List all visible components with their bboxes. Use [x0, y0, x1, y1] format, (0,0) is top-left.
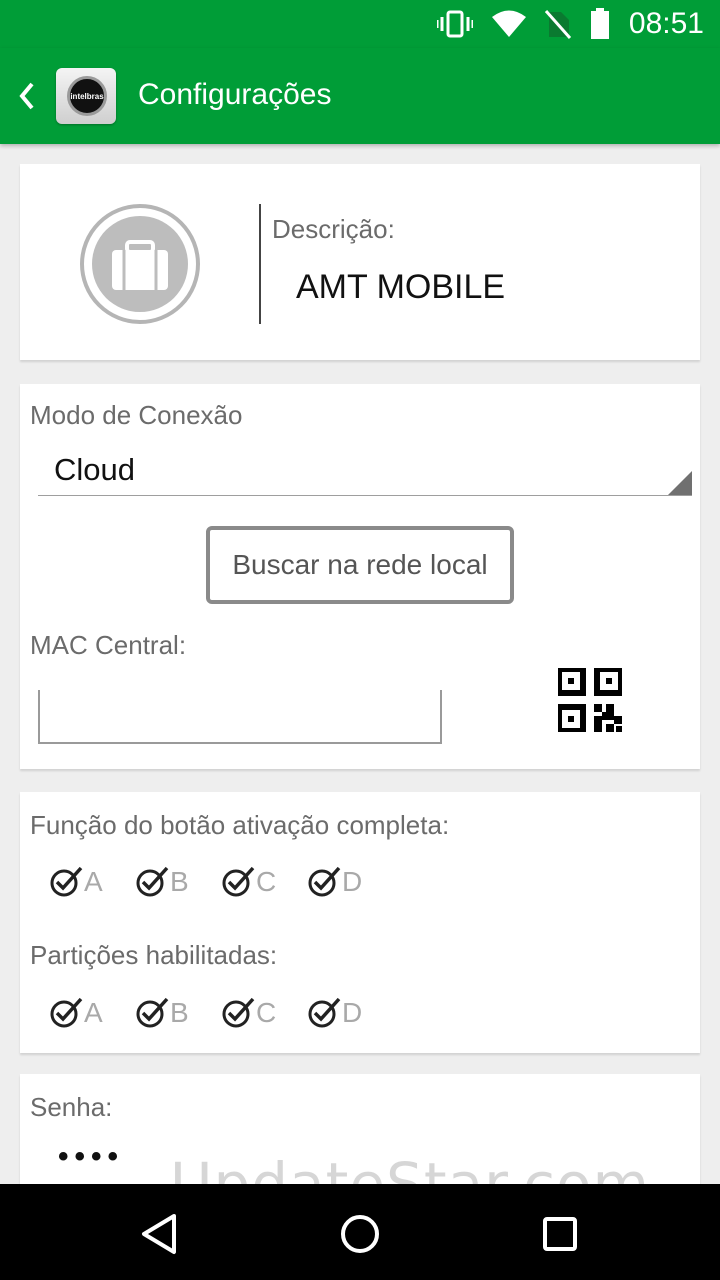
check-circle-icon [136, 866, 169, 897]
search-local-network-button[interactable]: Buscar na rede local [206, 526, 514, 604]
back-chevron-icon[interactable] [14, 78, 38, 114]
app-logo[interactable]: intelbras [56, 68, 116, 124]
connection-mode-value: Cloud [54, 452, 135, 487]
full-activation-checkbox-b[interactable]: B [136, 866, 194, 898]
check-circle-icon [222, 997, 255, 1028]
partition-checkbox-d[interactable]: D [308, 997, 366, 1029]
description-value[interactable]: AMT MOBILE [296, 268, 505, 307]
check-circle-icon [50, 866, 83, 897]
partition-checkbox-c[interactable]: C [222, 997, 280, 1029]
nav-back-icon[interactable] [136, 1210, 184, 1258]
battery-icon [590, 8, 609, 39]
check-circle-icon [308, 866, 341, 897]
device-card: Descrição: AMT MOBILE [20, 164, 700, 360]
partition-checkbox-a[interactable]: A [50, 997, 108, 1029]
page-title: Configurações [138, 78, 332, 111]
activation-card: Função do botão ativação completa: A B C… [20, 792, 700, 1053]
connection-mode-label: Modo de Conexão [30, 400, 243, 430]
vibrate-icon [436, 10, 473, 38]
partitions-checkboxes: A B C D [50, 997, 366, 1029]
status-time: 08:51 [628, 7, 704, 40]
checkbox-label: A [84, 997, 103, 1028]
password-label: Senha: [30, 1092, 113, 1122]
nav-recents-icon[interactable] [536, 1210, 584, 1258]
connection-mode-select[interactable]: Cloud [38, 444, 692, 496]
full-activation-checkbox-a[interactable]: A [50, 866, 108, 898]
nav-home-icon[interactable] [336, 1210, 384, 1258]
checkbox-label: D [342, 997, 363, 1028]
no-sim-icon [544, 10, 571, 39]
connection-card: Modo de Conexão Cloud Buscar na rede loc… [20, 384, 700, 769]
dropdown-arrow-icon [668, 471, 692, 495]
checkbox-label: A [84, 866, 103, 897]
briefcase-icon [112, 240, 168, 290]
check-circle-icon [308, 997, 341, 1028]
checkbox-label: C [256, 997, 277, 1028]
status-icons: 08:51 [436, 0, 704, 48]
app-bar: intelbras Configurações [0, 48, 720, 144]
partition-checkbox-b[interactable]: B [136, 997, 194, 1029]
full-activation-checkbox-d[interactable]: D [308, 866, 366, 898]
system-nav-bar [0, 1184, 720, 1280]
logo-brand-text: intelbras [70, 92, 104, 101]
device-avatar[interactable] [80, 204, 200, 324]
wifi-icon [491, 10, 526, 37]
mac-central-label: MAC Central: [30, 630, 187, 660]
avatar-inner [92, 216, 188, 312]
qr-code-icon[interactable] [558, 668, 622, 732]
checkbox-label: D [342, 866, 363, 897]
full-activation-checkbox-c[interactable]: C [222, 866, 280, 898]
checkbox-label: C [256, 866, 277, 897]
description-label: Descrição: [272, 214, 395, 244]
full-activation-checkboxes: A B C D [50, 866, 366, 898]
vertical-divider [259, 204, 261, 324]
check-circle-icon [136, 997, 169, 1028]
full-activation-label: Função do botão ativação completa: [30, 810, 450, 840]
password-input[interactable]: •••• [58, 1140, 124, 1174]
mac-central-input[interactable] [38, 690, 442, 744]
check-circle-icon [222, 866, 255, 897]
checkbox-label: B [170, 997, 189, 1028]
partitions-label: Partições habilitadas: [30, 940, 278, 970]
checkbox-label: B [170, 866, 189, 897]
check-circle-icon [50, 997, 83, 1028]
status-bar: 08:51 [0, 0, 720, 48]
